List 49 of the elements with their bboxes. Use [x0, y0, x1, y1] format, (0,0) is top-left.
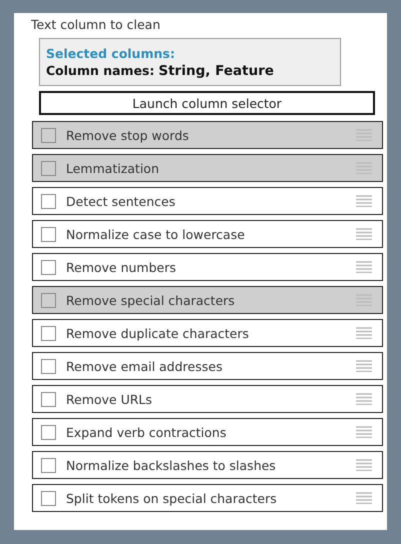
checkbox[interactable] — [41, 128, 56, 142]
checkbox[interactable] — [41, 458, 56, 472]
option-label: Remove stop words — [66, 128, 190, 142]
checkbox[interactable] — [41, 226, 56, 242]
option-row[interactable]: Remove email addresses — [32, 352, 383, 380]
selected-columns-heading: Selected columns: — [46, 46, 176, 61]
checkbox[interactable] — [41, 326, 56, 340]
option-label: Expand verb contractions — [66, 424, 228, 440]
checkbox[interactable] — [41, 194, 56, 208]
option-row[interactable]: Detect sentences — [32, 187, 383, 215]
drag-handle-icon[interactable] — [356, 327, 372, 339]
option-row[interactable]: Expand verb contractions — [32, 418, 383, 446]
option-row[interactable]: Remove numbers — [32, 253, 383, 281]
launch-column-selector-button[interactable]: Launch column selector — [39, 91, 375, 115]
option-label: Normalize case to lowercase — [66, 226, 246, 242]
option-row[interactable]: Split tokens on special characters — [32, 484, 383, 512]
drag-handle-icon[interactable] — [356, 195, 372, 207]
checkbox[interactable] — [41, 392, 56, 406]
drag-handle-icon[interactable] — [356, 360, 372, 372]
option-row[interactable]: Remove special characters — [32, 286, 383, 314]
checkbox[interactable] — [41, 160, 56, 176]
option-label: Remove URLs — [66, 392, 154, 406]
checkbox[interactable] — [41, 260, 56, 274]
option-row[interactable]: Normalize backslashes to slashes — [32, 451, 383, 479]
drag-handle-icon[interactable] — [356, 459, 372, 471]
option-row[interactable]: Remove URLs — [32, 385, 383, 413]
option-row[interactable]: Remove duplicate characters — [32, 319, 383, 347]
option-label: Split tokens on special characters — [66, 490, 278, 506]
section-label: Text column to clean — [31, 17, 162, 34]
drag-handle-icon[interactable] — [356, 261, 372, 273]
option-row[interactable]: Lemmatization — [32, 154, 383, 182]
drag-handle-icon[interactable] — [356, 492, 372, 504]
option-label: Normalize backslashes to slashes — [66, 458, 277, 472]
checkbox[interactable] — [41, 292, 56, 308]
checkbox[interactable] — [41, 358, 56, 374]
drag-handle-icon[interactable] — [356, 393, 372, 405]
option-row[interactable]: Normalize case to lowercase — [32, 220, 383, 248]
option-label: Detect sentences — [66, 194, 176, 208]
option-label: Remove duplicate characters — [66, 326, 250, 340]
checkbox[interactable] — [41, 424, 56, 440]
drag-handle-icon[interactable] — [356, 426, 372, 438]
option-label: Lemmatization — [66, 160, 160, 176]
option-label: Remove numbers — [66, 260, 177, 274]
checkbox[interactable] — [41, 490, 56, 506]
option-label: Remove special characters — [66, 292, 236, 308]
option-label: Remove email addresses — [66, 358, 224, 374]
option-row[interactable]: Remove stop words — [32, 121, 383, 149]
drag-handle-icon[interactable] — [356, 228, 372, 240]
column-names-text: Column names: String, Feature — [46, 63, 275, 79]
